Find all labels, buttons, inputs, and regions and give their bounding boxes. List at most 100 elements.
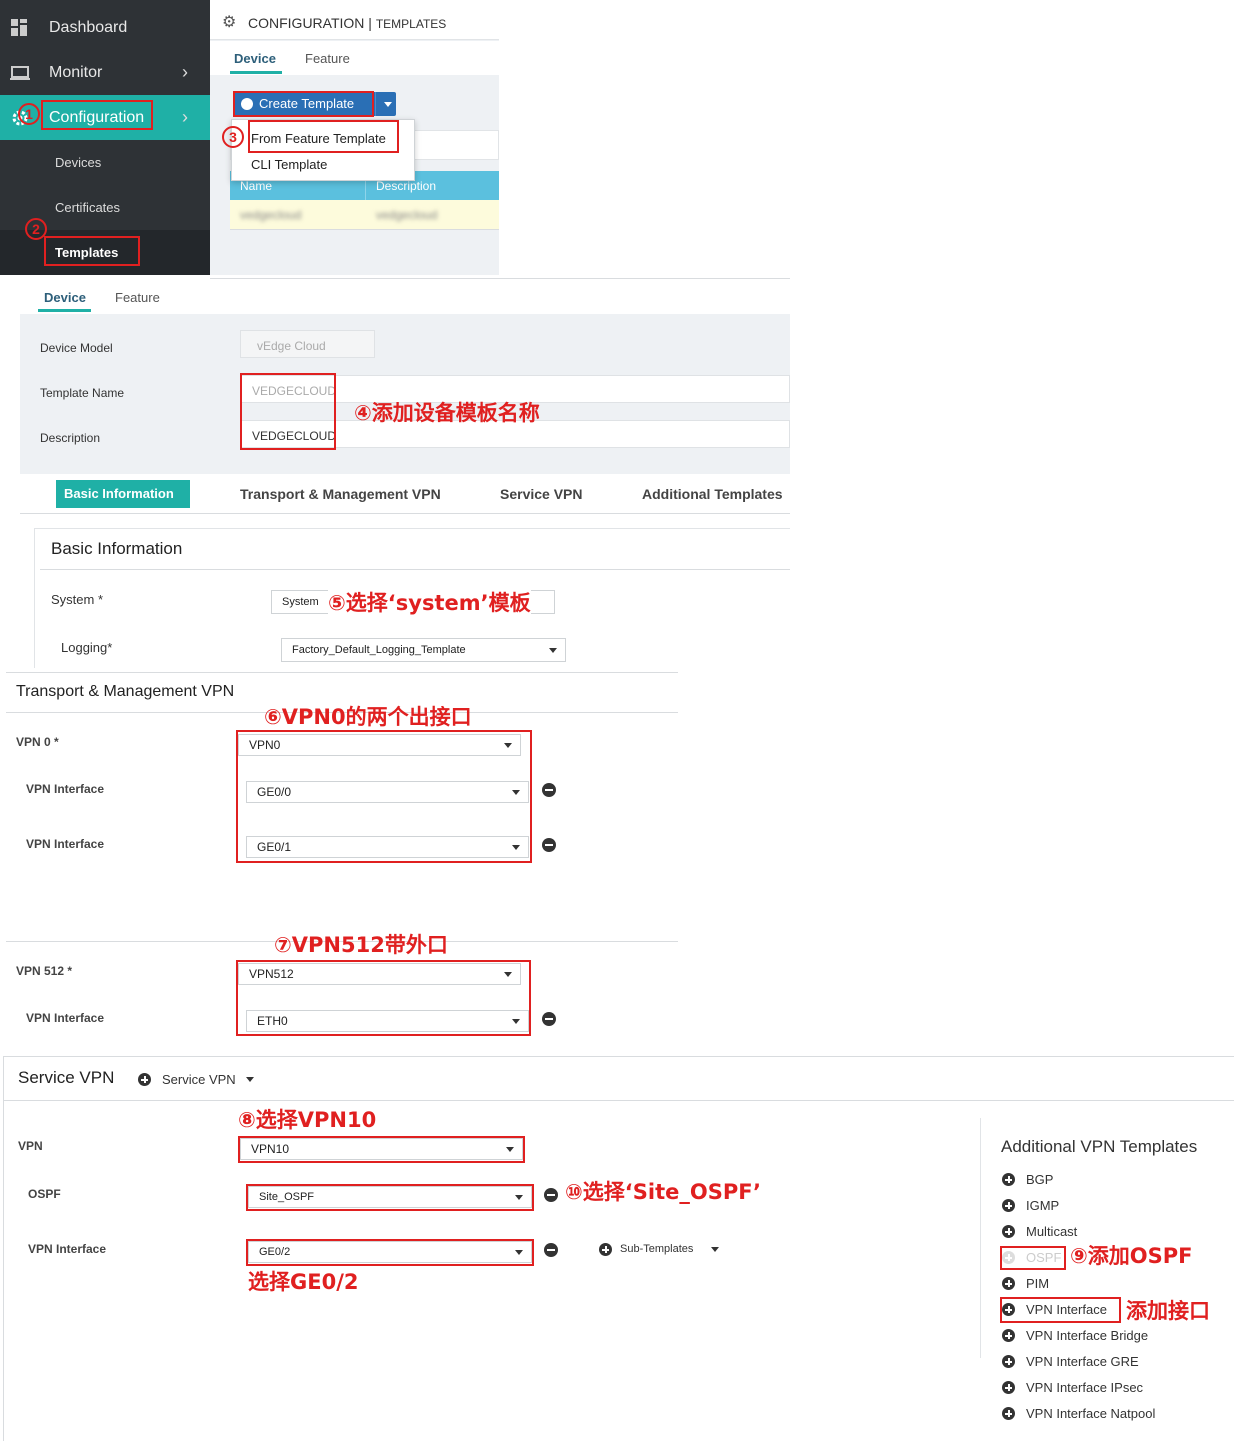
- tab-feature[interactable]: Feature: [115, 290, 160, 305]
- annotation-box-create-template: [233, 91, 374, 117]
- section-tab-additional[interactable]: Additional Templates: [642, 486, 783, 502]
- tab-feature[interactable]: Feature: [305, 51, 350, 66]
- add-circle-icon[interactable]: [599, 1243, 612, 1256]
- dashboard-icon: [10, 18, 30, 38]
- add-circle-icon: [1002, 1173, 1015, 1186]
- annotation-9: ⑨添加OSPF: [1070, 1244, 1193, 1268]
- vpn-interface-label: VPN Interface: [26, 837, 105, 851]
- additional-vpn-templates-title: Additional VPN Templates: [1001, 1137, 1198, 1156]
- tab-bar: Device Feature: [210, 41, 499, 75]
- template-item-label: BGP: [1026, 1172, 1054, 1187]
- add-circle-icon: [1002, 1225, 1015, 1238]
- annotation-ge02: 选择GE0/2: [248, 1270, 359, 1294]
- sidebar-item-label: Monitor: [49, 63, 103, 81]
- tab-device[interactable]: Device: [44, 290, 86, 305]
- caret-down-icon[interactable]: [246, 1077, 254, 1082]
- vpn-interface-label: VPN Interface: [26, 782, 105, 796]
- section-title: Transport & Management VPN: [16, 683, 235, 700]
- panel-divider: [980, 1118, 981, 1358]
- active-tab-indicator: [38, 309, 91, 312]
- column-header-name: Name: [240, 179, 273, 193]
- add-circle-icon: [1002, 1199, 1015, 1212]
- sidebar-item-dashboard[interactable]: Dashboard: [0, 5, 210, 50]
- template-item-label: Multicast: [1026, 1224, 1078, 1239]
- panel-border: [3, 1056, 4, 1441]
- template-item-label: VPN Interface Natpool: [1026, 1406, 1156, 1421]
- sidebar-subitem-devices[interactable]: Devices: [0, 140, 210, 185]
- section-tab-transport[interactable]: Transport & Management VPN: [240, 486, 441, 502]
- tab-device[interactable]: Device: [234, 51, 276, 66]
- logging-label: Logging*: [61, 640, 113, 655]
- section-title: Basic Information: [51, 539, 183, 558]
- sidebar-item-label: Dashboard: [49, 18, 128, 36]
- annotation-box-vpn-interface-template: [1000, 1297, 1121, 1323]
- caret-down-icon: [549, 648, 557, 653]
- template-item-label: PIM: [1026, 1276, 1050, 1291]
- active-tab-indicator: [230, 71, 282, 74]
- annotation-5: ⑤选择‘system’模板: [328, 587, 531, 617]
- annotation-box-ospf-template: [1000, 1246, 1066, 1270]
- annotation-step-3: 3: [222, 126, 244, 148]
- add-circle-icon: [1002, 1277, 1015, 1290]
- add-service-vpn-button[interactable]: Service VPN: [162, 1072, 236, 1087]
- add-circle-icon[interactable]: [138, 1073, 151, 1086]
- template-name-label: Template Name: [40, 386, 125, 400]
- remove-icon[interactable]: [544, 1243, 558, 1257]
- gear-icon: ⚙: [222, 14, 237, 31]
- sidebar-subitem-label: Certificates: [55, 200, 121, 215]
- annotation-step-1: 1: [18, 103, 40, 125]
- description-label: Description: [40, 431, 101, 445]
- add-circle-icon: [1002, 1355, 1015, 1368]
- section-tab-service-vpn[interactable]: Service VPN: [500, 486, 583, 502]
- remove-icon[interactable]: [542, 838, 556, 852]
- annotation-box-vpn512: [236, 960, 531, 1036]
- add-circle-icon: [1002, 1407, 1015, 1420]
- page-header: ⚙ CONFIGURATION | TEMPLATES: [210, 0, 499, 40]
- chevron-right-icon: ›: [182, 107, 188, 127]
- annotation-6: ⑥VPN0的两个出接口: [264, 705, 472, 729]
- vpn-interface-label: VPN Interface: [28, 1242, 107, 1256]
- annotation-box-template-name: [240, 373, 336, 450]
- section-tab-basic-information[interactable]: Basic Information: [56, 480, 190, 508]
- logging-select[interactable]: Factory_Default_Logging_Template: [281, 638, 566, 662]
- template-item-label: VPN Interface Bridge: [1026, 1328, 1149, 1343]
- remove-icon[interactable]: [542, 783, 556, 797]
- add-circle-icon: [1002, 1329, 1015, 1342]
- annotation-step-2: 2: [25, 218, 47, 240]
- column-header-description: Description: [376, 179, 437, 193]
- sidebar-item-monitor[interactable]: Monitor ›: [0, 50, 210, 95]
- menu-item-cli-template[interactable]: CLI Template: [251, 157, 327, 172]
- annotation-8: ⑧选择VPN10: [238, 1108, 377, 1132]
- system-label: System *: [51, 592, 104, 607]
- annotation-box-templates: [44, 236, 140, 266]
- button-divider: [375, 92, 376, 116]
- annotation-4: ④添加设备模板名称: [354, 401, 540, 425]
- vpn-label: VPN: [18, 1139, 43, 1153]
- template-item-label: IGMP: [1026, 1198, 1060, 1213]
- annotation-box-vpn0: [236, 730, 532, 863]
- monitor-icon: [10, 63, 30, 83]
- remove-icon[interactable]: [544, 1188, 558, 1202]
- table-cell: vedgecloud: [240, 208, 302, 222]
- add-circle-icon: [1002, 1381, 1015, 1394]
- vpn0-label: VPN 0 *: [16, 735, 59, 749]
- template-item-label: VPN Interface IPsec: [1026, 1380, 1144, 1395]
- sub-templates-button[interactable]: Sub-Templates: [620, 1243, 693, 1255]
- table-row[interactable]: vedgecloud vedgecloud: [230, 200, 499, 230]
- breadcrumb: CONFIGURATION | TEMPLATES: [248, 15, 447, 31]
- vpn512-label: VPN 512 *: [16, 964, 73, 978]
- annotation-box-ge02: [246, 1239, 534, 1266]
- remove-icon[interactable]: [542, 1012, 556, 1026]
- template-item-label: VPN Interface GRE: [1026, 1354, 1139, 1369]
- sidebar-subitem-label: Devices: [55, 155, 102, 170]
- ospf-label: OSPF: [28, 1187, 61, 1201]
- caret-down-icon[interactable]: [711, 1247, 719, 1252]
- annotation-box-ospf: [246, 1184, 534, 1211]
- system-select-value: System: [282, 596, 319, 608]
- section-title: Service VPN: [18, 1068, 115, 1087]
- caret-down-icon: [384, 102, 392, 107]
- annotation-10: ⑩选择‘Site_OSPF’: [565, 1180, 761, 1204]
- annotation-add-interface: 添加接口: [1126, 1299, 1210, 1323]
- annotation-7: ⑦VPN512带外口: [274, 933, 448, 957]
- device-model-label: Device Model: [40, 341, 113, 355]
